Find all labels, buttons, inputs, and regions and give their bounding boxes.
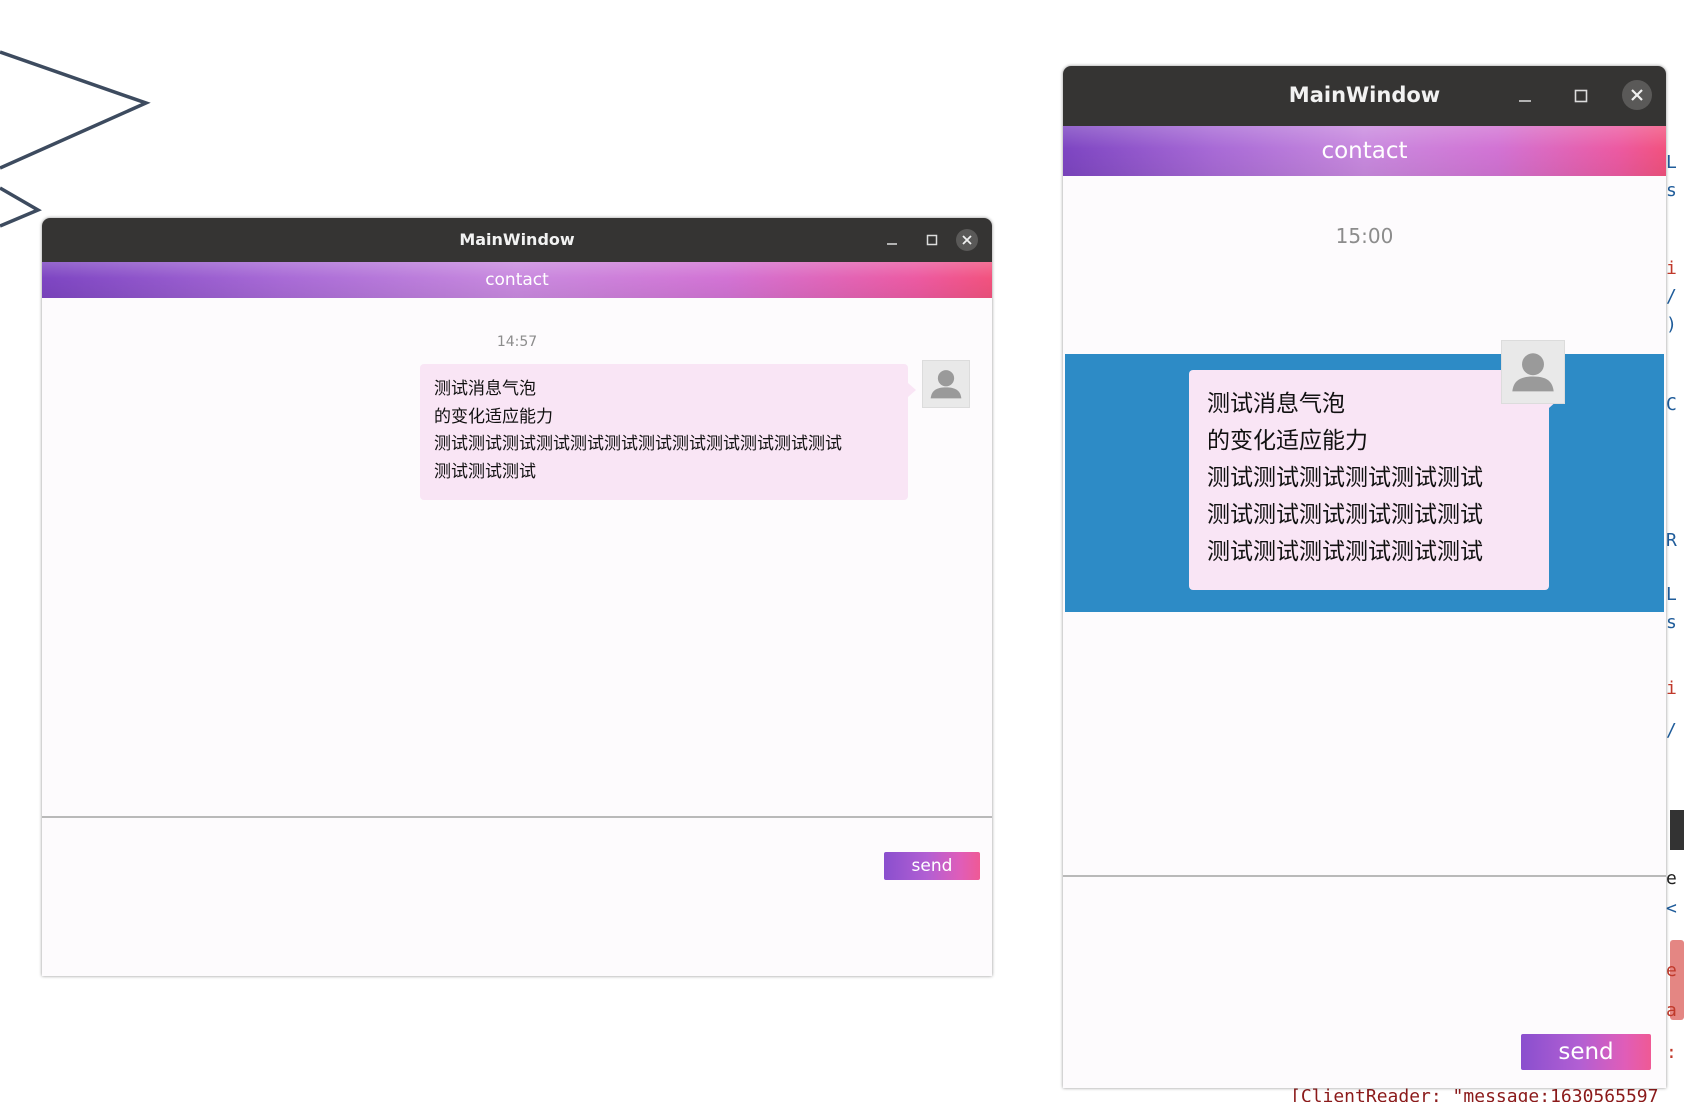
edge-char: / <box>1666 286 1677 307</box>
message-timestamp: 14:57 <box>496 334 538 350</box>
edge-char: L <box>1666 152 1677 173</box>
close-button[interactable] <box>956 229 978 251</box>
user-avatar-icon <box>930 370 962 399</box>
edge-char: i <box>1666 258 1677 279</box>
title-bar[interactable]: MainWindow <box>1063 66 1666 126</box>
edge-char: e <box>1666 960 1677 981</box>
edge-char: / <box>1666 720 1677 741</box>
title-bar[interactable]: MainWindow <box>42 218 992 262</box>
background-code-block <box>1670 810 1684 850</box>
background-code-text: [ClientReader: "message:1630565597 <box>1290 1086 1659 1102</box>
edge-char: s <box>1666 180 1677 201</box>
message-input[interactable] <box>42 818 992 956</box>
edge-char: e <box>1666 868 1677 889</box>
minimize-icon <box>887 243 897 245</box>
edge-char: R <box>1666 530 1677 551</box>
message-bubble: 测试消息气泡 的变化适应能力 测试测试测试测试测试测试测试测试测试测试测试测试 … <box>420 364 908 500</box>
maximize-icon <box>1574 89 1588 103</box>
edge-char: < <box>1666 898 1677 919</box>
contact-header: contact <box>1063 126 1666 176</box>
bubble-tail <box>908 383 916 397</box>
close-button[interactable] <box>1622 80 1652 110</box>
message-bubble: 测试消息气泡 的变化适应能力 测试测试测试测试测试测试 测试测试测试测试测试测试… <box>1189 370 1549 590</box>
edge-char: ) <box>1666 314 1677 335</box>
edge-char: s <box>1666 612 1677 633</box>
minimize-button[interactable] <box>882 230 902 250</box>
edge-char: i <box>1666 678 1677 699</box>
maximize-button[interactable] <box>922 230 942 250</box>
maximize-icon <box>926 234 938 246</box>
chat-area: 14:57 测试消息气泡 的变化适应能力 测试测试测试测试测试测试测试测试测试测… <box>42 298 992 956</box>
close-icon <box>1631 89 1643 101</box>
message-timestamp: 15:00 <box>1335 224 1394 248</box>
send-button[interactable]: send <box>1521 1034 1651 1070</box>
main-window-left: MainWindow contact 14:57 测试消息气泡 的变化适应能力 … <box>42 218 992 976</box>
avatar <box>1501 340 1565 404</box>
send-button[interactable]: send <box>884 852 980 880</box>
edge-char: C <box>1666 394 1677 415</box>
minimize-icon <box>1519 100 1531 102</box>
edge-char: a <box>1666 1000 1677 1021</box>
minimize-button[interactable] <box>1513 84 1537 108</box>
close-icon <box>962 235 972 245</box>
chat-area: 15:00 测试消息气泡 的变化适应能力 测试测试测试测试测试测试 测试测试测试… <box>1063 176 1666 1088</box>
window-title: MainWindow <box>459 230 575 249</box>
maximize-button[interactable] <box>1569 84 1593 108</box>
user-avatar-icon <box>1512 353 1554 392</box>
contact-header: contact <box>42 262 992 298</box>
edge-char: L <box>1666 584 1677 605</box>
main-window-right: MainWindow contact 15:00 测试消息气泡 的变化适应能力 … <box>1063 66 1666 1088</box>
avatar <box>922 360 970 408</box>
